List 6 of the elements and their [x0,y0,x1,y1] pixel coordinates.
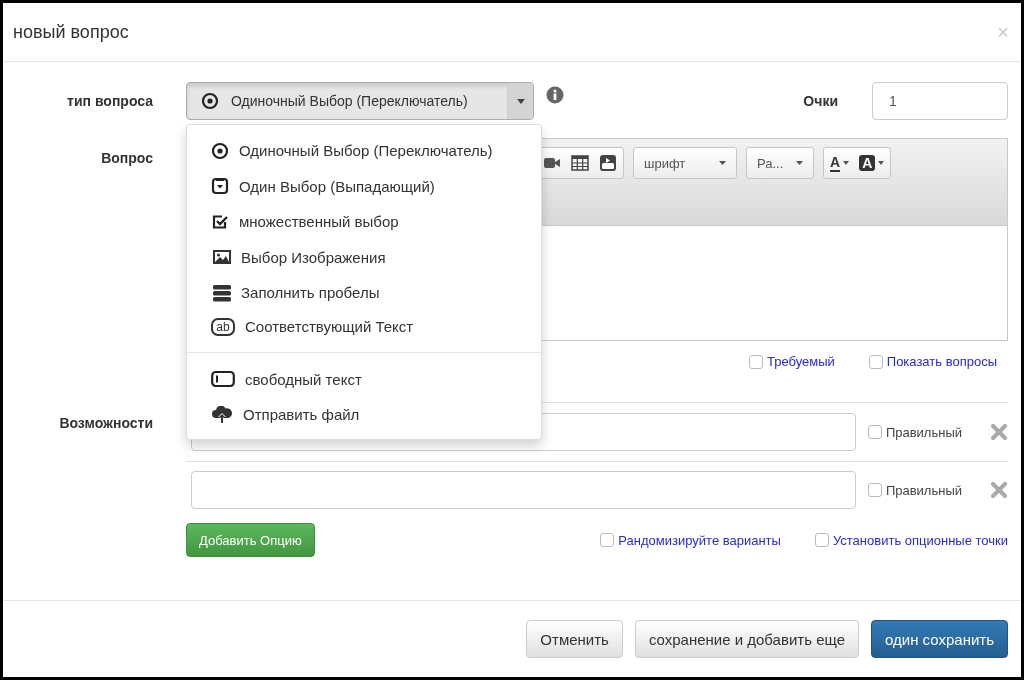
field-label: Вопрос [100,149,153,166]
points-label: Очки [803,92,838,109]
field-label: Возможности [58,414,153,431]
field-label: тип вопроса [66,92,153,109]
dialog-title: новый вопрос [13,21,129,43]
ab-icon: ab [211,317,235,336]
